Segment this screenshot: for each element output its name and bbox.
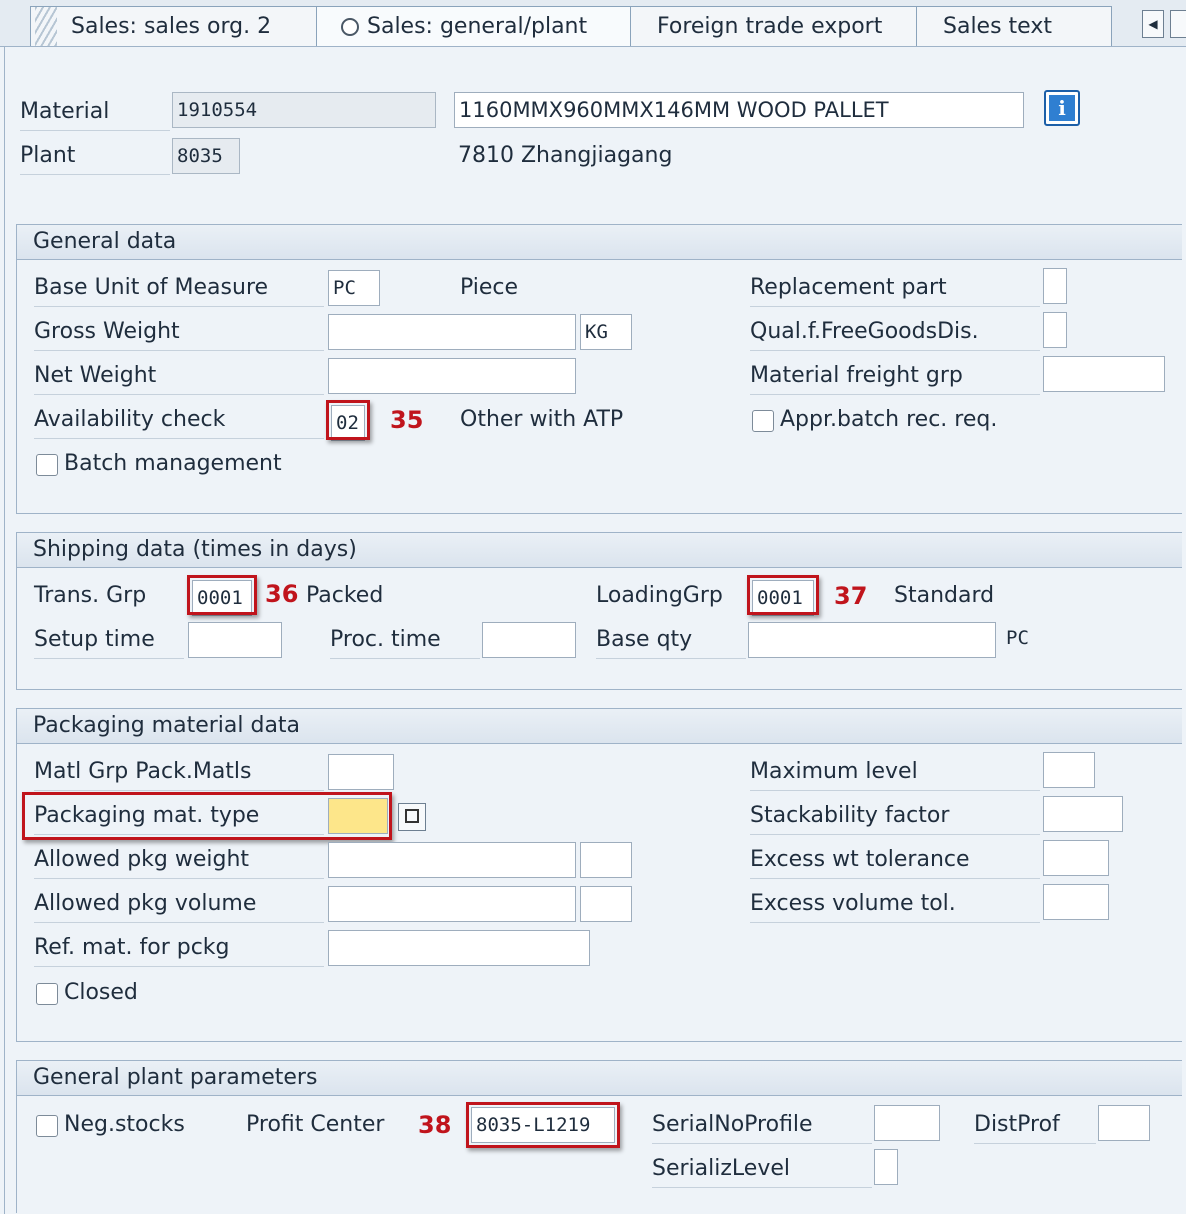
proc-time-field[interactable] — [482, 622, 576, 658]
trans-grp-label: Trans. Grp — [34, 583, 147, 608]
matl-grp-pack-label: Matl Grp Pack.Matls — [34, 754, 324, 791]
max-level-field[interactable] — [1043, 752, 1095, 788]
material-label: Material — [20, 94, 170, 131]
closed-checkbox[interactable] — [36, 983, 58, 1005]
group-title: General plant parameters — [17, 1061, 1182, 1096]
annotation-marker-38: 38 — [418, 1111, 452, 1139]
availability-check-label: Availability check — [34, 402, 324, 439]
max-level-label: Maximum level — [750, 754, 1040, 791]
tab-scroll-left-button[interactable]: ◀ — [1142, 10, 1164, 38]
replacement-part-field[interactable] — [1043, 268, 1067, 304]
neg-stocks-checkbox[interactable] — [36, 1115, 58, 1137]
matl-grp-pack-field[interactable] — [328, 754, 394, 790]
gross-weight-field[interactable] — [328, 314, 576, 350]
stackability-label: Stackability factor — [750, 798, 1040, 835]
highlight-box — [747, 575, 819, 615]
highlight-box — [466, 1102, 620, 1148]
highlight-box — [187, 575, 257, 615]
active-tab-icon — [341, 18, 359, 36]
loading-grp-text: Standard — [894, 583, 995, 608]
gross-weight-label: Gross Weight — [34, 314, 324, 351]
material-number-field[interactable]: 1910554 — [172, 92, 436, 128]
allowed-volume-field[interactable] — [328, 886, 576, 922]
loading-grp-label: LoadingGrp — [596, 583, 723, 608]
material-freight-field[interactable] — [1043, 356, 1165, 392]
excess-wt-label: Excess wt tolerance — [750, 842, 1040, 879]
serial-profile-label: SerialNoProfile — [652, 1107, 872, 1144]
tab-sales-org-2[interactable]: Sales: sales org. 2 — [30, 6, 320, 46]
material-description-field[interactable]: 1160MMX960MMX146MM WOOD PALLET — [454, 92, 1024, 128]
availability-check-text: Other with ATP — [460, 407, 624, 432]
base-uom-label: Base Unit of Measure — [34, 270, 324, 307]
setup-time-field[interactable] — [188, 622, 282, 658]
base-qty-field[interactable] — [748, 622, 996, 658]
tab-foreign-trade-export[interactable]: Foreign trade export — [630, 6, 918, 46]
tab-label: Sales: general/plant — [367, 14, 588, 39]
tab-scroll-right-button[interactable] — [1170, 10, 1186, 38]
profit-center-label: Profit Center — [246, 1112, 385, 1137]
base-uom-text: Piece — [460, 275, 519, 300]
weight-unit-field[interactable]: KG — [580, 314, 632, 350]
base-uom-field[interactable]: PC — [328, 270, 380, 306]
allowed-weight-label: Allowed pkg weight — [34, 842, 324, 879]
proc-time-label: Proc. time — [330, 622, 480, 659]
material-freight-label: Material freight grp — [750, 358, 1040, 395]
appr-batch-checkbox[interactable] — [752, 410, 774, 432]
base-qty-unit: PC — [1006, 627, 1029, 649]
trans-grp-text: Packed — [306, 583, 384, 608]
allowed-weight-unit-field[interactable] — [580, 842, 632, 878]
plant-label: Plant — [20, 138, 170, 175]
group-title: Packaging material data — [17, 709, 1182, 744]
annotation-marker-37: 37 — [834, 582, 868, 610]
ref-mat-label: Ref. mat. for pckg — [34, 930, 324, 967]
allowed-weight-field[interactable] — [328, 842, 576, 878]
allowed-volume-label: Allowed pkg volume — [34, 886, 324, 923]
tab-label: Sales text — [943, 14, 1052, 39]
stackability-field[interactable] — [1043, 796, 1123, 832]
dist-prof-field[interactable] — [1098, 1105, 1150, 1141]
qual-free-goods-field[interactable] — [1043, 312, 1067, 348]
group-title: General data — [17, 225, 1182, 260]
info-icon: i — [1049, 95, 1075, 121]
tab-label: Sales: sales org. 2 — [71, 14, 272, 39]
annotation-marker-36: 36 — [265, 580, 299, 608]
value-help-button[interactable] — [398, 803, 426, 831]
tab-hatch — [35, 7, 57, 46]
batch-management-label: Batch management — [64, 451, 282, 476]
group-title: Shipping data (times in days) — [17, 533, 1182, 568]
annotation-marker-35: 35 — [390, 406, 424, 434]
plant-field[interactable]: 8035 — [172, 138, 240, 174]
batch-management-checkbox[interactable] — [36, 454, 58, 476]
serializ-level-field[interactable] — [874, 1149, 898, 1185]
net-weight-field[interactable] — [328, 358, 576, 394]
excess-vol-label: Excess volume tol. — [750, 886, 1040, 923]
tab-sales-general-plant[interactable]: Sales: general/plant — [316, 6, 632, 48]
net-weight-label: Net Weight — [34, 358, 324, 395]
excess-vol-field[interactable] — [1043, 884, 1109, 920]
highlight-box — [326, 400, 370, 440]
plant-description: 7810 Zhangjiagang — [458, 143, 673, 168]
replacement-part-label: Replacement part — [750, 270, 1040, 307]
appr-batch-label: Appr.batch rec. req. — [780, 407, 998, 432]
highlight-box — [22, 792, 392, 840]
dist-prof-label: DistProf — [974, 1107, 1096, 1144]
excess-wt-field[interactable] — [1043, 840, 1109, 876]
closed-label: Closed — [64, 980, 138, 1005]
tab-label: Foreign trade export — [657, 14, 883, 39]
neg-stocks-label: Neg.stocks — [64, 1112, 185, 1137]
serializ-level-label: SerializLevel — [652, 1151, 872, 1188]
value-help-icon — [405, 809, 419, 823]
setup-time-label: Setup time — [34, 622, 184, 659]
base-qty-label: Base qty — [596, 622, 746, 659]
info-button[interactable]: i — [1044, 90, 1080, 126]
tab-sales-text[interactable]: Sales text — [916, 6, 1112, 46]
qual-free-goods-label: Qual.f.FreeGoodsDis. — [750, 314, 1040, 351]
tab-strip: Sales: sales org. 2 Sales: general/plant… — [0, 0, 1186, 48]
ref-mat-field[interactable] — [328, 930, 590, 966]
allowed-volume-unit-field[interactable] — [580, 886, 632, 922]
serial-profile-field[interactable] — [874, 1105, 940, 1141]
